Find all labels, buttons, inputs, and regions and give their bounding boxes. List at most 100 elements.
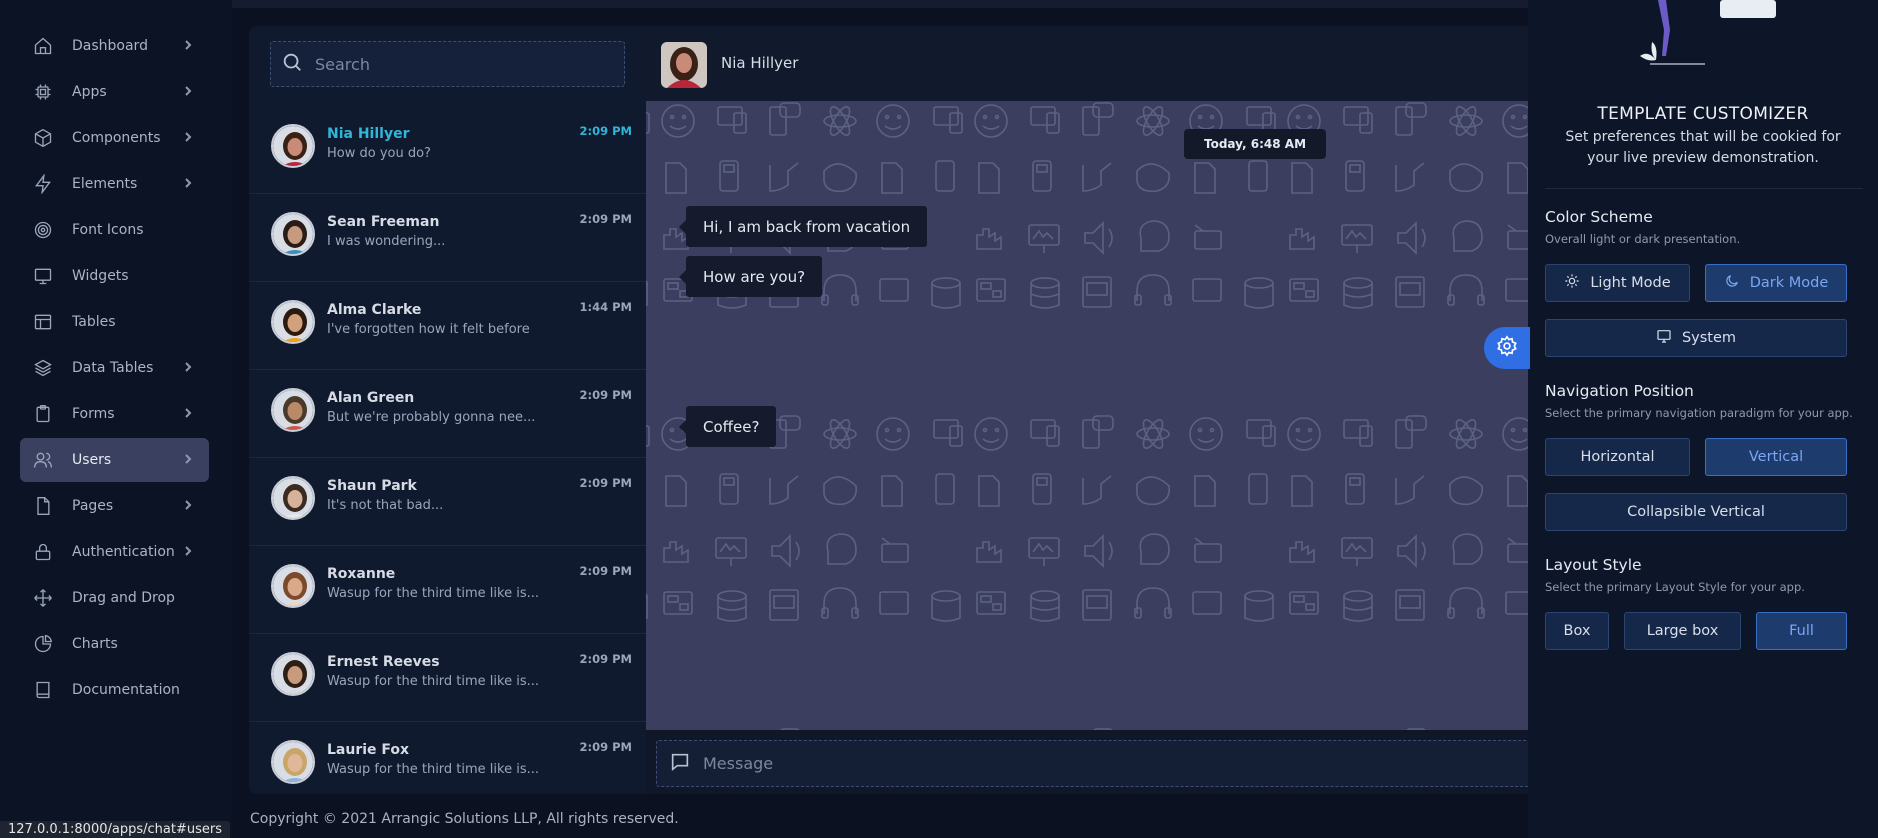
vertical-nav-button[interactable]: Vertical xyxy=(1705,438,1847,476)
contact-list-item[interactable]: Sean Freeman I was wondering... 2:09 PM xyxy=(249,194,646,282)
message-bubble: Hi, I am back from vacation xyxy=(678,206,928,247)
sidebar-item-documentation[interactable]: Documentation xyxy=(20,668,209,712)
system-mode-button[interactable]: System xyxy=(1545,319,1847,357)
sidebar-item-charts[interactable]: Charts xyxy=(20,622,209,666)
contact-name: Shaun Park xyxy=(327,478,417,494)
contact-list-item[interactable]: Alma Clarke I've forgotten how it felt be… xyxy=(249,282,646,370)
message-box[interactable] xyxy=(656,740,1529,787)
chat-header: Nia Hillyer xyxy=(646,26,1529,101)
contact-list-item[interactable]: Shaun Park It's not that bad... 2:09 PM xyxy=(249,458,646,546)
color-scheme-subtitle: Overall light or dark presentation. xyxy=(1545,232,1741,246)
monitor-icon xyxy=(1656,328,1682,348)
sidebar-item-authentication[interactable]: Authentication xyxy=(20,530,209,574)
sidebar-item-label: Widgets xyxy=(72,268,129,284)
clipboard-icon xyxy=(32,403,54,425)
contact-name: Alan Green xyxy=(327,390,415,406)
sidebar-item-data-tables[interactable]: Data Tables xyxy=(20,346,209,390)
sidebar-item-users[interactable]: Users xyxy=(20,438,209,482)
sidebar-item-label: Elements xyxy=(72,176,138,192)
avatar xyxy=(271,212,315,256)
collapsible-vertical-button[interactable]: Collapsible Vertical xyxy=(1545,493,1847,531)
full-layout-button[interactable]: Full xyxy=(1756,612,1847,650)
sidebar-item-elements[interactable]: Elements xyxy=(20,162,209,206)
contact-name: Nia Hillyer xyxy=(327,126,410,142)
chevron-right-icon xyxy=(181,406,195,420)
footer-copyright: Copyright © 2021 Arrangic Solutions LLP,… xyxy=(250,811,679,827)
sidebar: Dashboard Apps Components Elements Font Icon… xyxy=(0,0,232,838)
sidebar-item-label: Components xyxy=(72,130,161,146)
sidebar-item-label: Documentation xyxy=(72,682,180,698)
contact-time: 2:09 PM xyxy=(579,124,632,138)
contact-list-item[interactable]: Ernest Reeves Wasup for the third time li… xyxy=(249,634,646,722)
message-bubble: How are you? xyxy=(678,256,823,297)
sidebar-item-label: Forms xyxy=(72,406,115,422)
contact-time: 2:09 PM xyxy=(579,564,632,578)
pie-icon xyxy=(32,633,54,655)
light-mode-label: Light Mode xyxy=(1590,275,1671,291)
large-box-layout-button[interactable]: Large box xyxy=(1624,612,1741,650)
customizer-illustration xyxy=(1640,0,1776,65)
contact-list-item[interactable]: Roxanne Wasup for the third time like is.… xyxy=(249,546,646,634)
sidebar-item-label: Tables xyxy=(72,314,116,330)
users-icon xyxy=(32,449,54,471)
system-mode-label: System xyxy=(1681,330,1737,346)
contact-list-item[interactable]: Alan Green But we're probably gonna nee..… xyxy=(249,370,646,458)
search-input[interactable] xyxy=(315,54,605,74)
contact-last-message: It's not that bad... xyxy=(327,498,444,513)
contact-last-message: I was wondering... xyxy=(327,234,446,249)
customizer-subtitle: Set preferences that will be cookied for… xyxy=(1565,129,1841,166)
chevron-right-icon xyxy=(181,360,195,374)
chat-app: Nia Hillyer How do you do? 2:09 PM Sean Fre… xyxy=(249,26,1529,794)
sidebar-item-components[interactable]: Components xyxy=(20,116,209,160)
contact-last-message: I've forgotten how it felt before xyxy=(327,322,530,337)
sidebar-item-apps[interactable]: Apps xyxy=(20,70,209,114)
target-icon xyxy=(32,219,54,241)
sidebar-item-dashboard[interactable]: Dashboard xyxy=(20,24,209,68)
contact-time: 2:09 PM xyxy=(579,740,632,754)
chat-main: Nia Hillyer Today, 6:48 AM Hi, I am back… xyxy=(646,26,1529,794)
contact-last-message: How do you do? xyxy=(327,146,431,161)
contact-time: 1:44 PM xyxy=(579,300,632,314)
contact-name: Ernest Reeves xyxy=(327,654,440,670)
chevron-right-icon xyxy=(181,498,195,512)
sidebar-item-forms[interactable]: Forms xyxy=(20,392,209,436)
table-icon xyxy=(32,311,54,333)
contact-time: 2:09 PM xyxy=(579,388,632,402)
sidebar-item-font-icons[interactable]: Font Icons xyxy=(20,208,209,252)
search-box[interactable] xyxy=(270,41,625,87)
chip-icon xyxy=(32,81,54,103)
light-mode-button[interactable]: Light Mode xyxy=(1545,264,1690,302)
customizer-divider xyxy=(1545,188,1863,189)
sidebar-item-label: Apps xyxy=(72,84,107,100)
message-input[interactable] xyxy=(703,754,1403,773)
screen-icon xyxy=(32,265,54,287)
sidebar-item-tables[interactable]: Tables xyxy=(20,300,209,344)
contact-list-item[interactable]: Nia Hillyer How do you do? 2:09 PM xyxy=(249,106,646,194)
contact-list-item[interactable]: Laurie Fox Wasup for the third time like … xyxy=(249,722,646,794)
contact-last-message: Wasup for the third time like is... xyxy=(327,674,540,689)
sun-icon xyxy=(1564,273,1590,293)
sidebar-item-drag-and-drop[interactable]: Drag and Drop xyxy=(20,576,209,620)
chat-header-name[interactable]: Nia Hillyer xyxy=(721,54,798,72)
avatar xyxy=(271,388,315,432)
color-scheme-title: Color Scheme xyxy=(1545,208,1653,226)
chevron-right-icon xyxy=(181,544,195,558)
dark-mode-label: Dark Mode xyxy=(1749,275,1829,291)
contact-last-message: Wasup for the third time like is... xyxy=(327,762,540,777)
contact-last-message: But we're probably gonna nee... xyxy=(327,410,536,425)
sidebar-item-pages[interactable]: Pages xyxy=(20,484,209,528)
sidebar-item-widgets[interactable]: Widgets xyxy=(20,254,209,298)
avatar xyxy=(271,740,315,784)
box-layout-button[interactable]: Box xyxy=(1545,612,1609,650)
customizer-toggle-button[interactable] xyxy=(1484,327,1530,369)
avatar xyxy=(271,124,315,168)
chat-background-pattern xyxy=(646,101,1529,730)
navigation-title: Navigation Position xyxy=(1545,382,1694,400)
sidebar-item-label: Data Tables xyxy=(72,360,154,376)
chat-header-avatar[interactable] xyxy=(661,42,707,88)
chevron-right-icon xyxy=(181,130,195,144)
chevron-right-icon xyxy=(181,176,195,190)
dark-mode-button[interactable]: Dark Mode xyxy=(1705,264,1847,302)
horizontal-nav-button[interactable]: Horizontal xyxy=(1545,438,1690,476)
contact-time: 2:09 PM xyxy=(579,476,632,490)
